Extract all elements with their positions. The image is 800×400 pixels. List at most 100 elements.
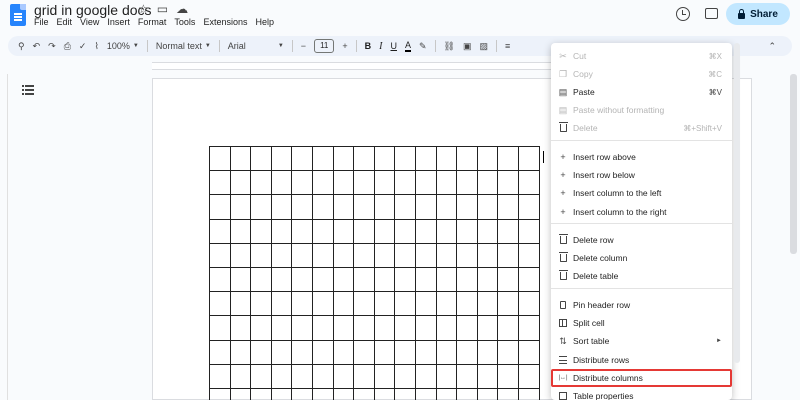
table-cell[interactable]	[209, 145, 231, 172]
spellcheck-icon[interactable]: ✓	[79, 41, 87, 52]
grid-table[interactable]	[209, 145, 540, 400]
document-outline-icon[interactable]	[22, 85, 34, 95]
table-cell[interactable]	[353, 218, 375, 244]
table-cell[interactable]	[373, 339, 396, 365]
table-cell[interactable]	[497, 242, 519, 268]
menu-item-paste[interactable]: ▤ Paste ⌘V	[551, 83, 732, 101]
table-cell[interactable]	[291, 315, 313, 341]
menu-edit[interactable]: Edit	[57, 17, 78, 27]
table-cell[interactable]	[311, 387, 334, 400]
table-cell[interactable]	[270, 363, 293, 389]
table-cell[interactable]	[414, 339, 437, 365]
table-cell[interactable]	[394, 315, 416, 341]
table-cell[interactable]	[291, 170, 313, 196]
comments-icon[interactable]	[705, 8, 718, 19]
table-cell[interactable]	[394, 266, 416, 293]
table-cell[interactable]	[414, 218, 437, 244]
table-cell[interactable]	[517, 145, 540, 172]
table-cell[interactable]	[270, 194, 293, 220]
text-color-button[interactable]: A	[404, 40, 411, 52]
highlight-color-icon[interactable]: ✎	[419, 41, 427, 52]
table-cell[interactable]	[476, 194, 499, 220]
menu-item-table-properties[interactable]: Table properties	[551, 387, 732, 400]
menu-insert[interactable]: Insert	[107, 17, 135, 27]
table-cell[interactable]	[456, 387, 478, 400]
table-cell[interactable]	[476, 218, 499, 244]
table-cell[interactable]	[291, 363, 313, 389]
table-cell[interactable]	[209, 242, 231, 268]
table-cell[interactable]	[517, 194, 540, 220]
paint-format-icon[interactable]: ⌇	[94, 41, 98, 52]
table-cell[interactable]	[435, 291, 458, 317]
table-cell[interactable]	[476, 291, 499, 317]
table-cell[interactable]	[435, 194, 458, 220]
table-cell[interactable]	[517, 291, 540, 317]
table-cell[interactable]	[332, 363, 355, 389]
menu-item-pin-header-row[interactable]: Pin header row	[551, 296, 732, 314]
table-cell[interactable]	[414, 194, 437, 220]
table-cell[interactable]	[270, 170, 293, 196]
table-cell[interactable]	[311, 194, 334, 220]
menu-item-split-cell[interactable]: Split cell	[551, 314, 732, 332]
table-cell[interactable]	[517, 218, 540, 244]
table-cell[interactable]	[291, 145, 313, 172]
table-cell[interactable]	[209, 170, 231, 196]
insert-image-icon[interactable]: ▨	[480, 41, 489, 52]
table-cell[interactable]	[270, 242, 293, 268]
table-cell[interactable]	[332, 266, 355, 293]
table-cell[interactable]	[476, 266, 499, 293]
table-cell[interactable]	[250, 363, 272, 389]
menu-help[interactable]: Help	[255, 17, 279, 27]
table-cell[interactable]	[250, 242, 272, 268]
collapse-toolbar-icon[interactable]: ⌃	[768, 41, 776, 52]
table-cell[interactable]	[497, 145, 519, 172]
menu-file[interactable]: File	[34, 17, 54, 27]
table-cell[interactable]	[209, 194, 231, 220]
table-cell[interactable]	[229, 194, 252, 220]
menu-item-delete-row[interactable]: Delete row	[551, 231, 732, 249]
table-cell[interactable]	[353, 242, 375, 268]
menu-view[interactable]: View	[80, 17, 104, 27]
table-cell[interactable]	[311, 363, 334, 389]
table-cell[interactable]	[373, 387, 396, 400]
table-cell[interactable]	[270, 339, 293, 365]
menu-item-insert-row-above[interactable]: + Insert row above	[551, 148, 732, 166]
document-title[interactable]: grid in google docs	[34, 2, 152, 18]
table-cell[interactable]	[414, 363, 437, 389]
table-cell[interactable]	[373, 266, 396, 293]
table-cell[interactable]	[373, 315, 396, 341]
move-folder-icon[interactable]: ▭	[157, 2, 168, 16]
table-cell[interactable]	[435, 387, 458, 400]
table-cell[interactable]	[209, 291, 231, 317]
table-cell[interactable]	[456, 242, 478, 268]
table-cell[interactable]	[270, 315, 293, 341]
table-cell[interactable]	[229, 291, 252, 317]
table-cell[interactable]	[394, 242, 416, 268]
table-cell[interactable]	[373, 242, 396, 268]
table-cell[interactable]	[311, 145, 334, 172]
underline-button[interactable]: U	[390, 41, 397, 51]
table-cell[interactable]	[250, 170, 272, 196]
table-cell[interactable]	[311, 315, 334, 341]
table-cell[interactable]	[456, 194, 478, 220]
table-cell[interactable]	[353, 291, 375, 317]
table-cell[interactable]	[353, 339, 375, 365]
table-cell[interactable]	[456, 363, 478, 389]
table-cell[interactable]	[311, 218, 334, 244]
table-cell[interactable]	[291, 339, 313, 365]
table-cell[interactable]	[332, 315, 355, 341]
table-cell[interactable]	[497, 266, 519, 293]
table-cell[interactable]	[517, 387, 540, 400]
redo-icon[interactable]: ↷	[48, 41, 56, 52]
table-cell[interactable]	[209, 315, 231, 341]
table-cell[interactable]	[497, 170, 519, 196]
undo-icon[interactable]: ↶	[33, 41, 41, 52]
table-cell[interactable]	[414, 145, 437, 172]
table-cell[interactable]	[291, 218, 313, 244]
table-cell[interactable]	[250, 194, 272, 220]
table-cell[interactable]	[414, 315, 437, 341]
table-cell[interactable]	[497, 218, 519, 244]
table-cell[interactable]	[517, 363, 540, 389]
table-cell[interactable]	[435, 218, 458, 244]
table-cell[interactable]	[229, 170, 252, 196]
